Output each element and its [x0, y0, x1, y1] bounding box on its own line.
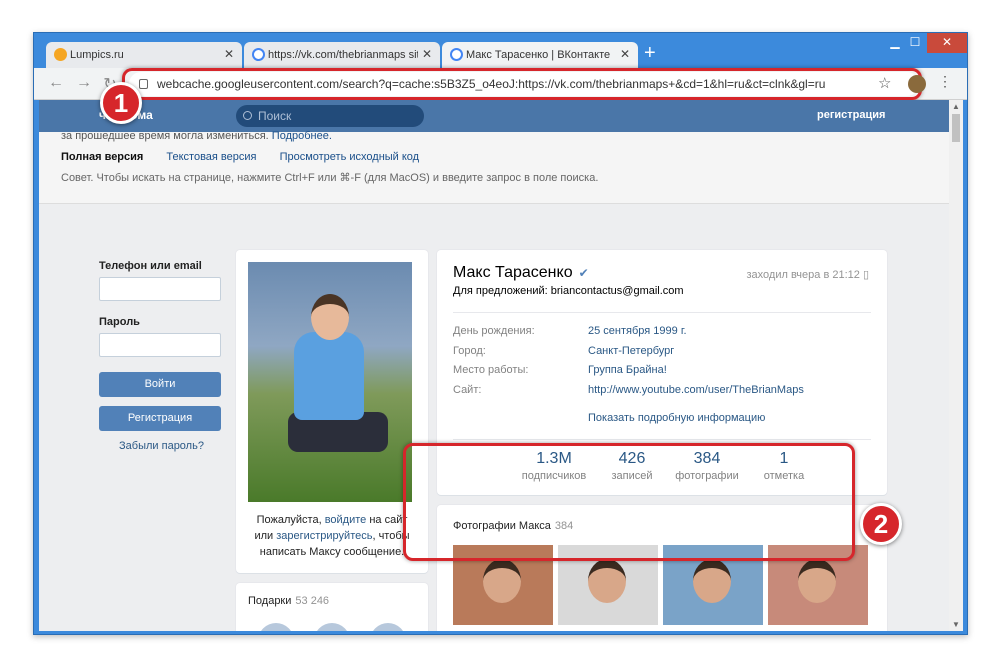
work-label: Место работы:	[453, 364, 529, 376]
scroll-up-icon[interactable]: ▲	[952, 102, 960, 111]
city-value[interactable]: Санкт-Петербург	[588, 345, 674, 357]
more-link[interactable]: Подробнее.	[272, 130, 332, 142]
text-version-link[interactable]: Текстовая версия	[166, 151, 256, 163]
google-cache-banner: за прошедшее время могла измениться. Под…	[39, 130, 949, 204]
close-tab-icon[interactable]: ✕	[224, 47, 234, 61]
gifts-count: 53 246	[295, 595, 330, 607]
register-link[interactable]: зарегистрируйтесь	[276, 530, 372, 542]
gift-item[interactable]	[370, 623, 406, 631]
profile-photo[interactable]	[248, 262, 412, 502]
divider	[453, 439, 871, 440]
profile-name: Макс Тарасенко ✔	[453, 264, 589, 281]
birthday-label: День рождения:	[453, 325, 535, 337]
login-link[interactable]: войдите	[325, 514, 367, 526]
close-tab-icon[interactable]: ✕	[620, 47, 630, 61]
register-button[interactable]: Регистрация	[99, 406, 221, 431]
login-form: Телефон или email Пароль Войти Регистрац…	[99, 260, 224, 452]
verified-check-icon: ✔	[578, 266, 589, 280]
vertical-scrollbar[interactable]: ▲ ▼	[949, 100, 963, 631]
url-highlight-frame	[122, 68, 922, 100]
show-more-info-link[interactable]: Показать подробную информацию	[588, 412, 765, 424]
search-icon	[243, 111, 252, 120]
lumpics-favicon-icon	[54, 48, 67, 61]
forward-arrow-icon[interactable]: →	[74, 74, 94, 92]
tab-google-search[interactable]: https://vk.com/thebrianmaps site ✕	[244, 42, 440, 68]
gifts-card: Подарки 53 246	[236, 583, 428, 631]
profile-avatar-icon[interactable]	[908, 75, 926, 93]
tab-strip: Lumpics.ru ✕ https://vk.com/thebrianmaps…	[34, 33, 967, 68]
cache-notice: за прошедшее время могла измениться. Под…	[61, 130, 332, 142]
new-tab-button[interactable]: +	[644, 42, 656, 64]
login-button[interactable]: Войти	[99, 372, 221, 397]
tab-lumpics[interactable]: Lumpics.ru ✕	[46, 42, 242, 68]
birthday-value[interactable]: 25 сентября 1999 г.	[588, 325, 687, 337]
vk-register-link[interactable]: регистрация	[817, 109, 885, 121]
kebab-menu-icon[interactable]: ⋮	[938, 73, 952, 90]
vk-header: чшедома Поиск регистрация	[39, 100, 949, 132]
phone-input[interactable]	[99, 277, 221, 301]
tab-vk-profile[interactable]: Макс Тарасенко | ВКонтакте ✕	[442, 42, 638, 68]
vk-search-input[interactable]: Поиск	[236, 105, 424, 127]
divider	[453, 312, 871, 313]
browser-toolbar: ← → ↻ webcache.googleusercontent.com/sea…	[34, 68, 967, 100]
bookmark-star-icon[interactable]: ☆	[878, 74, 891, 92]
cache-version-links: Полная версия Текстовая версия Просмотре…	[61, 151, 439, 163]
google-favicon-icon	[252, 48, 265, 61]
work-value[interactable]: Группа Брайна!	[588, 364, 667, 376]
password-input[interactable]	[99, 333, 221, 357]
scrollbar-thumb[interactable]	[952, 114, 960, 142]
search-tip: Совет. Чтобы искать на странице, нажмите…	[61, 172, 599, 184]
step-badge-2: 2	[860, 503, 902, 545]
step-badge-1: 1	[100, 82, 142, 124]
scroll-down-icon[interactable]: ▼	[952, 620, 960, 629]
photos-highlight-frame	[403, 443, 855, 561]
gifts-title[interactable]: Подарки 53 246	[248, 595, 329, 607]
back-arrow-icon[interactable]: ←	[46, 74, 66, 92]
password-label: Пароль	[99, 316, 140, 328]
google-favicon-icon	[450, 48, 463, 61]
profile-status: Для предложений: briancontactus@gmail.co…	[453, 285, 684, 297]
site-label: Сайт:	[453, 384, 482, 396]
close-window-icon[interactable]: ✕	[927, 33, 967, 53]
site-value[interactable]: http://www.youtube.com/user/TheBrianMaps	[588, 384, 804, 396]
message-prompt: Пожалуйста, войдите на сайт или зарегист…	[254, 514, 410, 558]
city-label: Город:	[453, 345, 486, 357]
mobile-icon: ▯	[862, 269, 869, 281]
profile-photo-card: Пожалуйста, войдите на сайт или зарегист…	[236, 250, 428, 573]
full-version-label: Полная версия	[61, 151, 144, 163]
gift-item[interactable]	[314, 623, 350, 631]
gift-item[interactable]	[258, 623, 294, 631]
forgot-password-link[interactable]: Забыли пароль?	[99, 440, 224, 452]
view-source-link[interactable]: Просмотреть исходный код	[280, 151, 420, 163]
close-tab-icon[interactable]: ✕	[422, 47, 432, 61]
phone-label: Телефон или email	[99, 260, 202, 272]
last-seen: заходил вчера в 21:12 ▯	[746, 269, 870, 281]
